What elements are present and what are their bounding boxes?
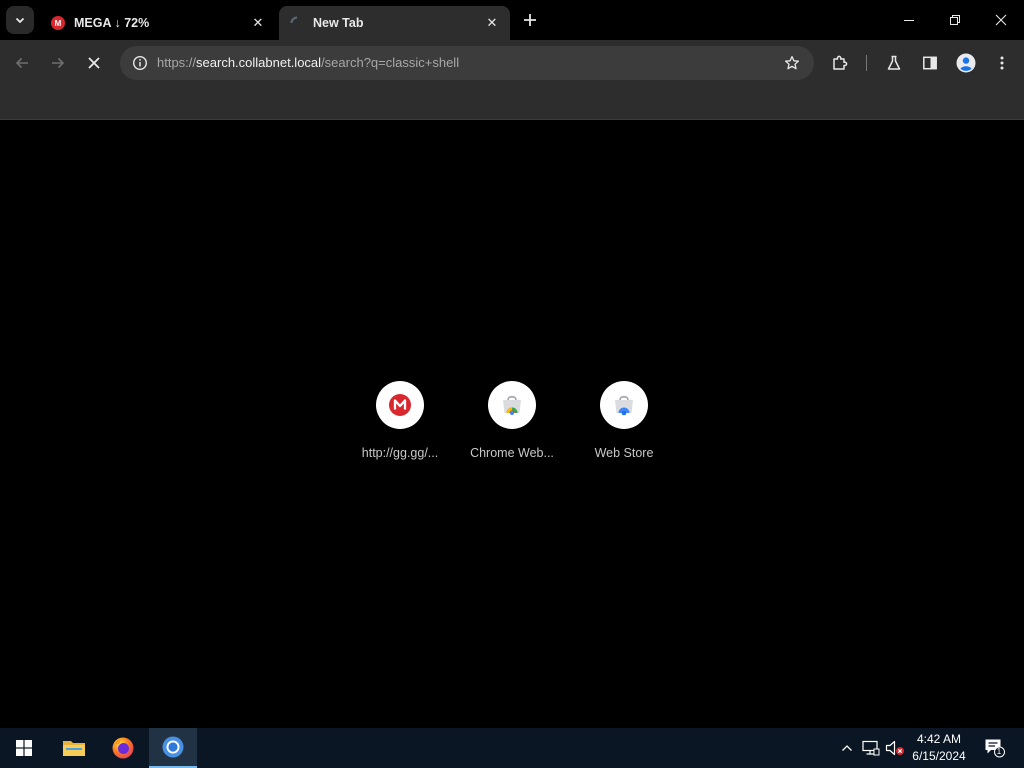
close-tab-icon[interactable]: ✕	[250, 15, 266, 31]
taskbar: 4:42 AM 6/15/2024 1	[0, 728, 1024, 768]
arrow-left-icon	[15, 57, 28, 69]
shortcut-tile[interactable]: http://gg.gg/...	[350, 381, 450, 460]
close-icon	[995, 14, 1007, 26]
close-icon	[88, 57, 100, 69]
extensions-button[interactable]	[826, 49, 854, 77]
kebab-menu-icon	[1000, 56, 1004, 70]
tab-mega[interactable]: M MEGA ↓ 72% ✕	[40, 6, 276, 40]
volume-button[interactable]	[885, 738, 905, 758]
chrome-web-store-icon	[488, 381, 536, 429]
bookmark-button[interactable]	[780, 51, 804, 75]
stop-loading-button[interactable]	[80, 49, 108, 77]
menu-button[interactable]	[988, 49, 1016, 77]
web-store-icon	[600, 381, 648, 429]
restore-button[interactable]	[932, 0, 978, 40]
tab-title: MEGA ↓ 72%	[74, 16, 150, 30]
flask-icon	[887, 55, 901, 70]
clock-time: 4:42 AM	[916, 732, 962, 746]
browser-toolbar: https://search.collabnet.local/search?q=…	[0, 40, 1024, 86]
firefox-icon	[112, 737, 134, 759]
shortcut-label: http://gg.gg/...	[361, 446, 439, 460]
action-center-button[interactable]: 1	[983, 738, 1007, 758]
tab-search-button[interactable]	[6, 6, 34, 34]
windows-logo-icon	[16, 740, 32, 756]
address-bar[interactable]: https://search.collabnet.local/search?q=…	[120, 46, 814, 80]
notification-count-badge: 1	[996, 747, 1002, 756]
chevron-down-icon	[15, 17, 25, 24]
url-host: search.collabnet.local	[196, 55, 322, 70]
back-button[interactable]	[8, 49, 36, 77]
firefox-button[interactable]	[99, 728, 147, 768]
system-clock[interactable]: 4:42 AM 6/15/2024	[906, 731, 972, 765]
toolbar-separator	[866, 55, 867, 71]
network-button[interactable]	[861, 738, 881, 758]
site-info-button[interactable]	[128, 51, 152, 75]
shortcut-label: Chrome Web...	[470, 446, 554, 460]
puzzle-icon	[833, 55, 848, 70]
clock-date: 6/15/2024	[912, 749, 966, 763]
tab-strip: M MEGA ↓ 72% ✕ New Tab ✕	[0, 0, 1024, 40]
url-path: /search?q=classic+shell	[321, 55, 460, 70]
restore-icon	[950, 15, 960, 25]
profile-button[interactable]	[952, 49, 980, 77]
plus-icon	[524, 14, 536, 26]
shortcut-tile[interactable]: Chrome Web...	[462, 381, 562, 460]
forward-button[interactable]	[44, 49, 72, 77]
start-button[interactable]	[0, 728, 48, 768]
url-text[interactable]: https://search.collabnet.local/search?q=…	[157, 55, 459, 70]
tab-new-tab[interactable]: New Tab ✕	[279, 6, 510, 40]
chrome-labs-button[interactable]	[880, 49, 908, 77]
speaker-muted-icon	[885, 740, 904, 756]
new-tab-page: http://gg.gg/... Chrome Web... Web Store	[0, 121, 1024, 728]
mega-favicon-icon: M	[50, 15, 66, 31]
loading-spinner-icon	[289, 15, 305, 31]
avatar-icon	[956, 53, 976, 73]
tab-title: New Tab	[313, 16, 364, 30]
side-panel-icon	[923, 56, 937, 70]
close-tab-icon[interactable]: ✕	[484, 15, 500, 31]
url-scheme: https://	[157, 55, 197, 70]
minimize-icon	[904, 20, 914, 21]
shortcut-label: Web Store	[594, 446, 654, 460]
close-window-button[interactable]	[978, 0, 1024, 40]
side-panel-button[interactable]	[916, 49, 944, 77]
shortcut-tile[interactable]: Web Store	[574, 381, 674, 460]
folder-icon	[63, 741, 85, 756]
chrome-icon	[162, 736, 184, 758]
minimize-button[interactable]	[886, 0, 932, 40]
file-explorer-button[interactable]	[50, 728, 98, 768]
mega-icon	[376, 381, 424, 429]
show-hidden-icons-button[interactable]	[837, 738, 857, 758]
network-icon	[862, 740, 880, 756]
new-tab-button[interactable]	[518, 8, 542, 32]
bookmark-bar	[0, 86, 1024, 120]
info-icon	[132, 55, 148, 71]
star-icon	[784, 55, 800, 70]
chevron-up-icon	[842, 745, 852, 751]
screen: M MEGA ↓ 72% ✕ New Tab ✕ https://search.…	[0, 0, 1024, 768]
chrome-taskbar-button[interactable]	[149, 728, 197, 768]
arrow-right-icon	[52, 57, 65, 69]
